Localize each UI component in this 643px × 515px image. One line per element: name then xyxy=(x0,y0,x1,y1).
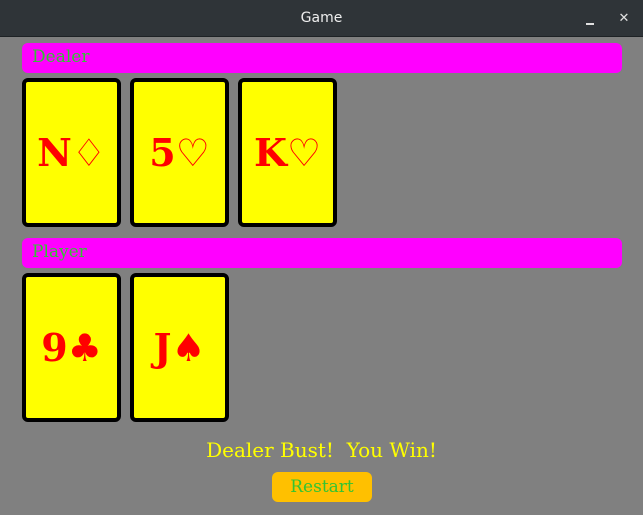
close-icon: ✕ xyxy=(618,11,630,26)
card-face: K♡ xyxy=(242,129,333,175)
card-face: N♢ xyxy=(26,129,117,175)
diamond-suit-icon: ♢ xyxy=(71,130,106,175)
card-face: J♠ xyxy=(134,324,225,370)
card-face: 5♡ xyxy=(134,129,225,175)
heart-suit-icon: ♡ xyxy=(175,130,210,175)
restart-button[interactable]: Restart xyxy=(272,472,372,502)
minimize-button[interactable] xyxy=(579,8,601,30)
card-rank: 5 xyxy=(149,129,176,175)
player-header: Player xyxy=(22,238,622,268)
window-title: Game xyxy=(300,10,343,26)
game-window: Game ✕ Dealer N♢ 5♡ K♡ Player 9♣ J♠ Deal… xyxy=(0,0,643,515)
card-face: 9♣ xyxy=(26,324,117,370)
card-rank: K xyxy=(253,129,287,175)
card-rank: 9 xyxy=(41,324,68,370)
close-button[interactable]: ✕ xyxy=(613,8,635,30)
dealer-header: Dealer xyxy=(22,43,622,73)
dealer-card-3: K♡ xyxy=(238,78,337,227)
card-rank: J xyxy=(153,324,172,370)
spade-suit-icon: ♠ xyxy=(171,324,206,370)
dealer-card-2: 5♡ xyxy=(130,78,229,227)
game-result-message: Dealer Bust! You Win! xyxy=(206,438,437,462)
card-rank: N xyxy=(37,129,72,175)
player-label: Player xyxy=(32,242,87,262)
player-card-2: J♠ xyxy=(130,273,229,422)
minimize-icon xyxy=(586,23,594,25)
dealer-card-1: N♢ xyxy=(22,78,121,227)
dealer-label: Dealer xyxy=(32,47,90,67)
title-bar[interactable]: Game ✕ xyxy=(0,0,643,37)
player-card-1: 9♣ xyxy=(22,273,121,422)
heart-suit-icon: ♡ xyxy=(286,130,322,175)
club-suit-icon: ♣ xyxy=(67,324,102,370)
